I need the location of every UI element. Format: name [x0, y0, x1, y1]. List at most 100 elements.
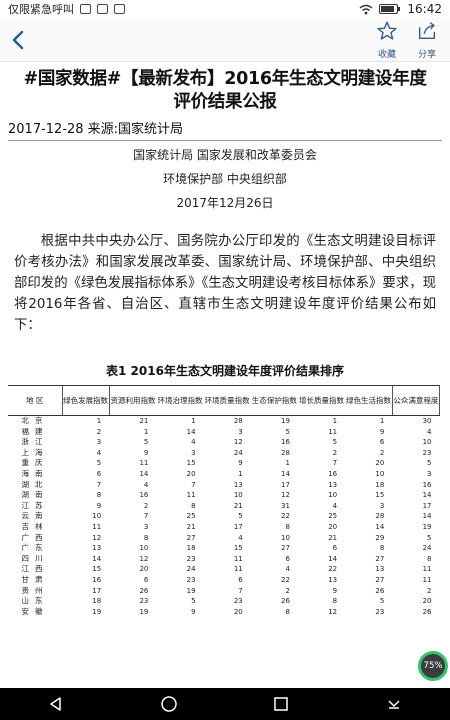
rank-cell: 10: [233, 491, 243, 500]
region-cell: 浙江: [21, 437, 49, 447]
rank-cell: 19: [281, 417, 290, 425]
rank-cell: 15: [186, 459, 196, 468]
rank-cell: 19: [139, 607, 149, 616]
rank-cell: 20: [233, 607, 243, 616]
rank-cell: 23: [186, 554, 196, 563]
rank-cell: 8: [143, 533, 149, 542]
share-button[interactable]: 分享: [412, 20, 442, 60]
ranking-table: 地 区 绿色发展指数 资源利用指数 环境治理指数 环境质量指数 生态保护指数 增…: [8, 385, 441, 618]
region-cell: 贵州: [21, 585, 49, 595]
rank-cell: 8: [332, 597, 338, 606]
rank-cell: 4: [191, 438, 196, 447]
article-meta: 2017-12-28 来源:国家统计局: [8, 122, 184, 137]
rank-cell: 5: [379, 597, 385, 606]
header-green-life: 绿色生活指数: [345, 385, 393, 416]
rank-cell: 14: [422, 512, 432, 521]
star-icon: [377, 21, 397, 40]
table-row: 广西 12 8 27 4 10 21 29 5: [8, 533, 440, 544]
header-eco-protection: 生态保护指数: [250, 385, 298, 416]
rank-cell: 8: [96, 491, 102, 500]
rank-cell: 23: [375, 607, 385, 616]
rank-cell: 28: [281, 448, 290, 457]
rank-cell: 1: [238, 469, 243, 478]
article-content[interactable]: #国家数据#【最新发布】2016年生态文明建设年度 评价结果公报 2017-12…: [0, 62, 450, 688]
table-row: 重庆 5 11 15 9 1 7 20 5: [8, 458, 440, 469]
rank-cell: 23: [139, 597, 149, 606]
rank-cell: 9: [379, 427, 385, 436]
rank-cell: 4: [96, 448, 102, 457]
rank-cell: 6: [332, 544, 338, 553]
rank-cell: 13: [92, 544, 102, 553]
nav-notifications-button[interactable]: [374, 692, 414, 716]
status-bar: 仅限紧急呼叫 16:42: [0, 0, 450, 18]
rank-cell: 4: [427, 427, 432, 436]
rank-cell: 1: [191, 417, 196, 425]
rank-cell: 18: [186, 544, 196, 553]
rank-cell: 6: [238, 575, 243, 584]
rank-cell: 12: [139, 554, 149, 563]
table-row: 四川 14 12 23 11 6 14 27 8: [8, 554, 440, 565]
rank-cell: 17: [422, 501, 432, 510]
rank-cell: 1: [379, 417, 385, 425]
rank-cell: 24: [186, 565, 196, 574]
rank-cell: 5: [427, 533, 432, 542]
rank-cell: 19: [186, 586, 196, 595]
rank-cell: 13: [328, 575, 338, 584]
rank-cell: 28: [375, 512, 385, 521]
rank-cell: 13: [233, 480, 243, 489]
region-cell: 海南: [21, 468, 49, 478]
article-title: #国家数据#【最新发布】2016年生态文明建设年度 评价结果公报: [0, 62, 450, 114]
table-row: 江西 15 20 24 11 4 22 13 11: [8, 564, 440, 575]
rank-cell: 7: [332, 459, 338, 468]
nav-back-button[interactable]: [36, 692, 76, 716]
clock: 16:42: [407, 2, 442, 16]
app-notification-icon: [80, 4, 91, 14]
rank-cell: 22: [328, 565, 338, 574]
rank-cell: 3: [143, 522, 149, 531]
region-cell: 四川: [21, 553, 49, 563]
divider: [8, 140, 442, 141]
rank-cell: 26: [375, 586, 385, 595]
rank-cell: 9: [332, 586, 338, 595]
rank-cell: 10: [139, 544, 149, 553]
table-row: 湖北 7 4 7 13 17 13 18 16: [8, 480, 440, 491]
rank-cell: 26: [139, 586, 149, 595]
region-cell: 广东: [21, 543, 49, 553]
release-date: 2017年12月26日: [176, 196, 274, 210]
nav-home-button[interactable]: [149, 692, 189, 716]
rank-cell: 17: [92, 586, 102, 595]
issuers-line1: 国家统计局 国家发展和改革委员会: [133, 148, 317, 162]
nav-home-icon: [161, 696, 177, 712]
rank-cell: 6: [96, 469, 102, 478]
rank-cell: 12: [281, 491, 290, 500]
rank-cell: 2: [96, 427, 102, 436]
header-green-dev: 绿色发展指数: [61, 385, 110, 416]
table-row: 云南 10 7 25 5 22 25 28 14: [8, 511, 440, 522]
table-row: 安徽 19 19 9 20 8 12 23 26: [8, 607, 440, 618]
rank-cell: 14: [328, 554, 338, 563]
header-satisfaction: 公众满意程度: [391, 385, 441, 416]
rank-cell: 24: [422, 544, 432, 553]
rank-cell: 7: [191, 480, 196, 489]
rank-cell: 17: [281, 480, 290, 489]
rank-cell: 21: [233, 501, 243, 510]
rank-cell: 4: [332, 501, 338, 510]
rank-cell: 1: [96, 417, 102, 425]
progress-badge[interactable]: 75%: [418, 651, 448, 681]
nav-recents-button[interactable]: [261, 692, 301, 716]
favorite-label: 收藏: [377, 50, 396, 60]
favorite-button[interactable]: 收藏: [372, 20, 402, 60]
region-cell: 山东: [21, 596, 49, 606]
rank-cell: 9: [238, 459, 243, 468]
rank-cell: 21: [139, 417, 149, 425]
notification-icons: [80, 4, 125, 14]
rank-cell: 22: [281, 575, 290, 584]
table-row: 江苏 9 2 8 21 31 4 3 17: [8, 501, 440, 512]
rank-cell: 15: [375, 491, 385, 500]
message-icon: [114, 4, 125, 14]
rank-cell: 4: [143, 480, 149, 489]
back-button[interactable]: [6, 26, 32, 54]
rank-cell: 8: [427, 554, 432, 563]
rank-cell: 14: [92, 554, 102, 563]
rank-cell: 3: [379, 501, 385, 510]
